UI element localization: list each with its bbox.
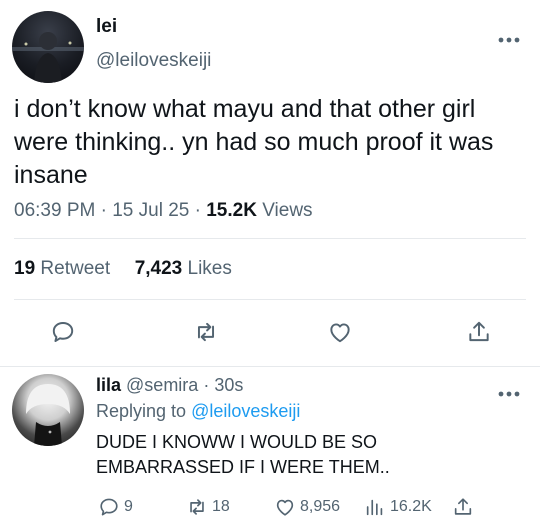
share-icon [454, 498, 472, 515]
reply-reply-count: 9 [124, 498, 133, 515]
bar-chart-icon [366, 499, 383, 516]
tweet-text: i don’t know what mayu and that other gi… [14, 95, 494, 189]
reply-button[interactable] [43, 312, 83, 352]
retweet-icon [197, 322, 215, 342]
reply-avatar[interactable] [12, 374, 84, 446]
divider [14, 299, 526, 300]
avatar[interactable] [12, 11, 84, 83]
reply-like-count: 8,956 [300, 498, 341, 515]
tweet-stats: 19 Retweet 7,423 Likes [14, 258, 232, 280]
replying-to-link[interactable]: @leiloveskeiji [191, 401, 300, 421]
reply-share-button[interactable] [452, 496, 478, 518]
likes-label: Likes [187, 258, 232, 279]
reply-display-name[interactable]: lila [96, 375, 121, 395]
reply-reply-button[interactable]: 9 [98, 496, 133, 518]
tweet-date[interactable]: 15 Jul 25 [112, 200, 189, 221]
divider [14, 238, 526, 239]
reply-like-button[interactable]: 8,956 [274, 496, 340, 518]
tweet-meta: 06:39 PM · 15 Jul 25 · 15.2K Views [14, 200, 313, 222]
display-name[interactable]: lei [96, 16, 117, 38]
meta-separator: · [203, 375, 210, 395]
user-handle[interactable]: @leiloveskeiji [96, 50, 211, 72]
retweet-count: 19 [14, 258, 36, 279]
reply-views-button[interactable]: 16.2K [364, 496, 432, 518]
retweet-icon [190, 499, 204, 515]
reply-header: lila @semira · 30s [96, 375, 243, 396]
reply-more-icon[interactable] [498, 384, 520, 402]
heart-icon [330, 323, 350, 343]
like-button[interactable] [320, 312, 360, 352]
reply-handle[interactable]: @semira [126, 375, 198, 395]
retweet-label: Retweet [40, 258, 111, 279]
reply-icon [52, 322, 74, 342]
likes-stat[interactable]: 7,423 Likes [135, 258, 232, 279]
tweet-time[interactable]: 06:39 PM [14, 200, 95, 221]
views-label[interactable]: Views [262, 200, 312, 221]
reply-icon [100, 498, 118, 516]
replying-prefix: Replying to [96, 401, 187, 421]
reply-age[interactable]: 30s [214, 375, 243, 395]
reply-retweet-count: 18 [212, 498, 230, 515]
meta-separator: · [194, 200, 207, 221]
replying-to: Replying to @leiloveskeiji [96, 401, 300, 422]
meta-separator: · [100, 200, 113, 221]
reply-retweet-button[interactable]: 18 [186, 496, 230, 518]
retweet-stat[interactable]: 19 Retweet [14, 258, 115, 279]
share-button[interactable] [459, 312, 499, 352]
avatar-photo [12, 32, 84, 83]
views-count: 15.2K [206, 200, 257, 221]
reply-text: DUDE I KNOWW I WOULD BE SO EMBARRASSED I… [96, 432, 390, 477]
reply-view-count: 16.2K [390, 498, 432, 515]
retweet-button[interactable] [186, 312, 226, 352]
likes-count: 7,423 [134, 258, 183, 279]
divider [0, 366, 540, 367]
share-icon [469, 321, 489, 342]
reply-avatar-photo [26, 384, 70, 446]
more-icon[interactable] [498, 30, 520, 48]
heart-icon [276, 499, 294, 516]
